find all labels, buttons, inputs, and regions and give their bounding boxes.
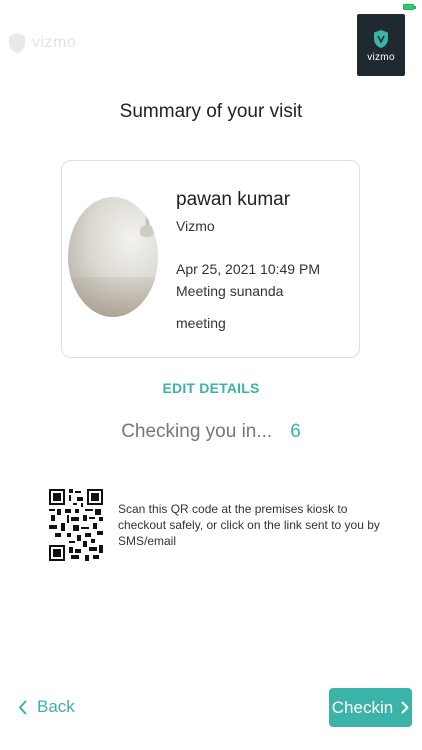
edit-details-link[interactable]: EDIT DETAILS [0,380,422,396]
chevron-right-icon [401,701,409,714]
back-label: Back [37,697,75,716]
vizmo-brand-logo: vizmo [357,14,405,76]
visitor-photo [68,197,158,317]
visit-host: Meeting sunanda [176,283,284,299]
back-button[interactable]: Back [18,697,75,717]
qr-code-icon [49,489,103,561]
faint-logo-text: vizmo [32,34,77,51]
checking-text: Checking you in... [121,421,273,442]
brand-text: vizmo [367,52,395,63]
battery-icon [403,4,416,10]
visit-purpose: meeting [176,315,226,331]
visit-summary-card: pawan kumar Vizmo Apr 25, 2021 10:49 PM … [61,160,360,358]
visitor-company: Vizmo [176,218,215,234]
checkin-button[interactable]: Checkin [329,688,412,727]
faint-vizmo-logo: vizmo [8,32,76,54]
vizmo-shield-icon [374,30,388,48]
qr-section: Scan this QR code at the premises kiosk … [49,489,388,561]
checkin-status: Checking you in... 6 [0,421,422,443]
checkin-label: Checkin [331,697,394,717]
visitor-name: pawan kumar [176,189,291,210]
qr-instructions: Scan this QR code at the premises kiosk … [118,502,380,548]
countdown: 6 [290,421,301,442]
visit-datetime: Apr 25, 2021 10:49 PM [176,261,320,277]
page-title: Summary of your visit [119,101,303,122]
chevron-left-icon [19,700,27,714]
faint-shield-icon [9,33,25,53]
